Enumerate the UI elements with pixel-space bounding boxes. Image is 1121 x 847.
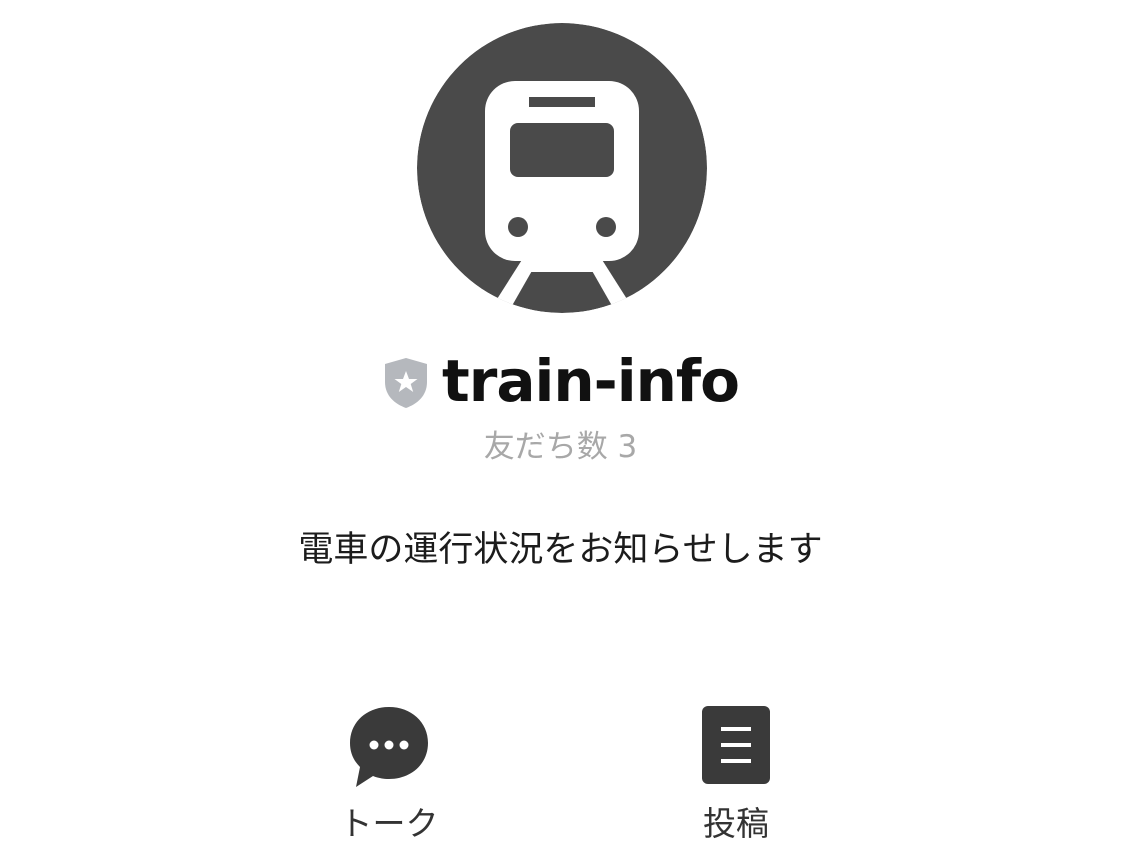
train-icon [417, 23, 707, 313]
friends-count[interactable]: 友だち数 3 [0, 426, 1121, 468]
profile-avatar[interactable] [417, 23, 707, 313]
talk-button[interactable]: トーク [299, 705, 479, 847]
profile-name-row: train-info [0, 344, 1121, 418]
talk-label: トーク [339, 804, 439, 843]
profile-name: train-info [442, 347, 740, 415]
chat-bubble-icon [350, 707, 428, 787]
post-label: 投稿 [703, 804, 769, 843]
post-button[interactable]: 投稿 [646, 705, 826, 847]
verified-star-shield-icon [382, 356, 430, 410]
status-message: 電車の運行状況をお知らせします [298, 530, 823, 570]
post-document-icon [702, 706, 770, 784]
